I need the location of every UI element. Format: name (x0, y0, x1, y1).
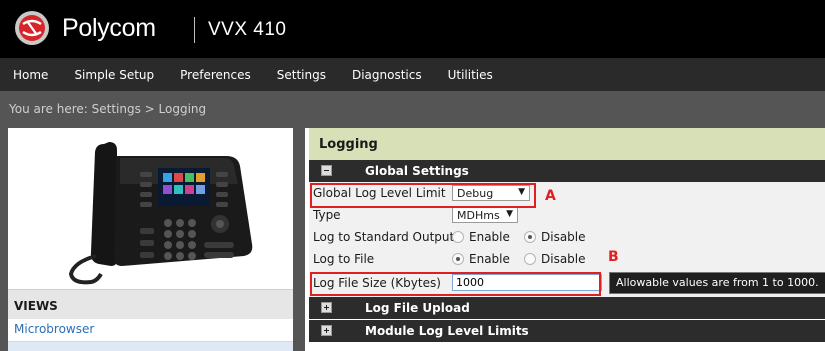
select-value: MDHms (457, 209, 500, 222)
section-label: Global Settings (365, 164, 469, 178)
views-title: VIEWS (14, 299, 58, 313)
log-to-file-label: Log to File (313, 252, 375, 266)
left-panel: VIEWS Microbrowser (0, 128, 305, 351)
content-panel: Logging Global Settings Global Log Level… (305, 128, 825, 351)
header-divider (194, 17, 195, 43)
callout-label-b: B (608, 249, 619, 265)
page-title: Logging (319, 137, 378, 152)
type-label: Type (313, 208, 341, 222)
desk-phone-icon (68, 142, 253, 285)
section-label: Log File Upload (365, 301, 470, 315)
disable-label: Disable (541, 230, 586, 244)
breadcrumb: You are here: Settings > Logging (9, 102, 207, 116)
log-std-out-label: Log to Standard Output (313, 230, 455, 244)
tooltip: Allowable values are from 1 to 1000. (609, 272, 825, 294)
section-module-log-level-limits[interactable]: Module Log Level Limits (309, 320, 825, 342)
view-item-microbrowser[interactable]: Microbrowser (8, 319, 293, 342)
phone-image (8, 128, 293, 289)
nav-settings[interactable]: Settings (264, 68, 326, 82)
expand-icon[interactable] (321, 325, 332, 336)
nav-preferences[interactable]: Preferences (167, 68, 251, 82)
row-log-to-file: Log to File Enable Disable (309, 248, 825, 270)
log-std-out-disable-radio[interactable] (524, 231, 536, 243)
phone-model: VVX 410 (208, 19, 287, 40)
log-std-out-enable-radio[interactable] (452, 231, 464, 243)
log-to-file-disable-radio[interactable] (524, 253, 536, 265)
callout-label-a: A (545, 188, 556, 204)
callout-box-a (310, 183, 536, 208)
nav-diagnostics[interactable]: Diagnostics (339, 68, 422, 82)
collapse-icon[interactable] (321, 165, 332, 176)
header-bar: Polycom VVX 410 (0, 0, 825, 58)
section-global-settings[interactable]: Global Settings (309, 160, 825, 182)
nav-simple-setup[interactable]: Simple Setup (61, 68, 154, 82)
enable-label: Enable (469, 252, 510, 266)
brand-name: Polycom (62, 14, 156, 42)
main-nav: Home Simple Setup Preferences Settings D… (0, 58, 825, 91)
nav-utilities[interactable]: Utilities (435, 68, 493, 82)
polycom-logo-icon (15, 11, 49, 45)
expand-icon[interactable] (321, 302, 332, 313)
breadcrumb-bar: You are here: Settings > Logging (0, 91, 825, 128)
content-title-bar: Logging (309, 128, 825, 160)
dropdown-arrow-icon: ▼ (506, 209, 513, 219)
log-to-file-enable-radio[interactable] (452, 253, 464, 265)
section-log-file-upload[interactable]: Log File Upload (309, 297, 825, 319)
callout-box-b (310, 272, 601, 296)
row-log-std-out: Log to Standard Output Enable Disable (309, 226, 825, 248)
view-item-logging[interactable] (8, 342, 293, 351)
enable-label: Enable (469, 230, 510, 244)
section-label: Module Log Level Limits (365, 324, 529, 338)
nav-home[interactable]: Home (0, 68, 48, 82)
view-item-label[interactable]: Microbrowser (14, 322, 94, 336)
views-header: VIEWS (8, 289, 293, 320)
type-select[interactable]: MDHms ▼ (452, 207, 518, 223)
disable-label: Disable (541, 252, 586, 266)
